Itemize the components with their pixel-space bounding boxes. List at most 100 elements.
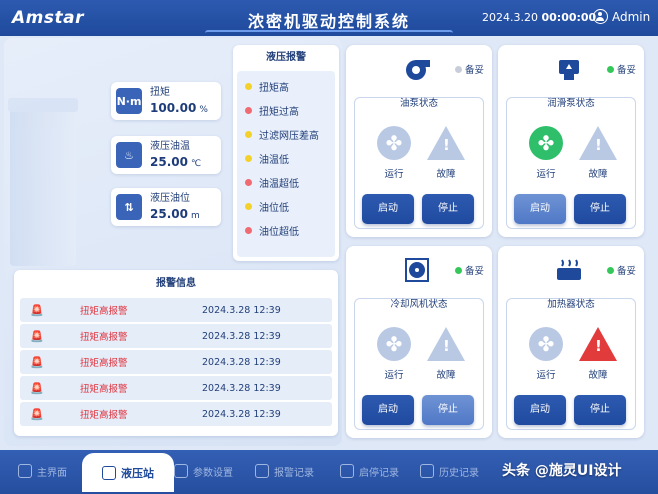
- alarm-list-body: 扭矩高 扭矩过高 过滤网压差高 油温低 油温超低 油位低 油位超低: [237, 71, 335, 257]
- status-title: 润滑泵状态: [542, 98, 600, 109]
- metric-value: 25.00: [150, 206, 188, 221]
- stop-button[interactable]: 停止: [574, 194, 626, 224]
- device-card-heater: 备妥 加热器状态 ✤ 运行! 故障 启动 停止: [498, 246, 644, 438]
- nav-tab-power-record[interactable]: 启停记录: [340, 455, 399, 487]
- metric-oil-level: ⇅ 液压油位 25.00 m: [111, 188, 221, 226]
- fan-run-icon: ✤: [377, 126, 411, 160]
- metric-torque: N·m 扭矩 100.00%: [111, 82, 221, 120]
- alarm-list-item: 油温超低: [237, 170, 335, 194]
- alarm-indicator-dot: [245, 154, 252, 162]
- alarm-info-row[interactable]: 🚨 扭矩高报警 2024.3.28 12:39: [20, 324, 332, 348]
- metric-unit: ℃: [190, 158, 202, 169]
- time-text: 00:00:00: [541, 11, 597, 24]
- alarm-item-label: 油位超低: [259, 226, 299, 238]
- metric-label: 液压油温: [150, 140, 190, 152]
- standby-indicator: 备妥: [606, 62, 636, 76]
- alarm-info-text: 扭矩高报警: [80, 332, 128, 343]
- alarm-item-label: 扭矩过高: [259, 106, 299, 118]
- alarm-item-label: 扭矩高: [259, 82, 289, 94]
- alarm-list-item: 油位低: [237, 194, 335, 218]
- stop-button[interactable]: 停止: [422, 194, 474, 224]
- standby-dot: [606, 266, 614, 274]
- run-label: 运行: [536, 169, 556, 180]
- alarm-info-row[interactable]: 🚨 扭矩高报警 2024.3.28 12:39: [20, 298, 332, 322]
- alarm-siren-icon: 🚨: [30, 407, 44, 421]
- status-frame: 冷却风机状态 ✤ 运行! 故障 启动 停止: [354, 298, 484, 430]
- standby-dot: [454, 266, 462, 274]
- nav-tab-label: 参数设置: [193, 467, 233, 479]
- alarm-item-label: 过滤网压差高: [259, 130, 319, 142]
- alarm-list-item: 过滤网压差高: [237, 122, 335, 146]
- fault-label: 故障: [588, 370, 608, 381]
- fault-warning-icon: !: [579, 126, 617, 160]
- run-status: ✤ 运行: [374, 126, 414, 180]
- oil-temp-icon: ♨: [116, 142, 142, 168]
- alarm-list-item: 油位超低: [237, 218, 335, 242]
- standby-label: 备妥: [616, 266, 636, 277]
- history-icon: [420, 464, 434, 478]
- fault-label: 故障: [588, 169, 608, 180]
- fault-warning-icon: !: [579, 327, 617, 361]
- alarm-siren-icon: 🚨: [30, 329, 44, 343]
- alarm-indicator-dot: [245, 226, 252, 234]
- start-button[interactable]: 启动: [362, 194, 414, 224]
- fault-status: ! 故障: [578, 327, 618, 381]
- run-status: ✤ 运行: [526, 126, 566, 180]
- nav-tab-label: 历史记录: [439, 467, 479, 479]
- nav-tab-history[interactable]: 历史记录: [420, 455, 479, 487]
- status-title: 加热器状态: [542, 299, 600, 310]
- standby-indicator: 备妥: [606, 263, 636, 277]
- fan-run-icon: ✤: [529, 126, 563, 160]
- fault-label: 故障: [436, 370, 456, 381]
- alarm-siren-icon: 🚨: [30, 303, 44, 317]
- alarm-info-time: 2024.3.28 12:39: [202, 330, 281, 342]
- alarm-info-time: 2024.3.28 12:39: [202, 356, 281, 368]
- alarm-indicator-dot: [245, 130, 252, 138]
- status-title: 油泵状态: [394, 98, 443, 109]
- nav-tab-settings[interactable]: 参数设置: [174, 455, 233, 487]
- hydraulic-alarm-list: 液压报警 扭矩高 扭矩过高 过滤网压差高 油温低 油温超低 油位低 油位超低: [233, 45, 339, 261]
- alarm-info-title: 报警信息: [156, 278, 196, 289]
- lube-pump-icon: [554, 57, 584, 81]
- status-frame: 加热器状态 ✤ 运行! 故障 启动 停止: [506, 298, 636, 430]
- alarm-record-icon: [255, 464, 269, 478]
- nav-tab-label: 报警记录: [274, 467, 314, 479]
- status-frame: 润滑泵状态 ✤ 运行! 故障 启动 停止: [506, 97, 636, 229]
- nav-tab-hydraulic-station[interactable]: 液压站: [82, 453, 174, 492]
- standby-label: 备妥: [464, 266, 484, 277]
- start-button[interactable]: 启动: [514, 395, 566, 425]
- start-button[interactable]: 启动: [362, 395, 414, 425]
- user-menu[interactable]: Admin: [593, 9, 650, 24]
- stop-button[interactable]: 停止: [422, 395, 474, 425]
- run-label: 运行: [384, 169, 404, 180]
- alarm-list-item: 扭矩过高: [237, 98, 335, 122]
- alarm-siren-icon: 🚨: [30, 381, 44, 395]
- alarm-info-row[interactable]: 🚨 扭矩高报警 2024.3.28 12:39: [20, 376, 332, 400]
- standby-dot: [606, 65, 614, 73]
- nav-tab-label: 启停记录: [359, 467, 399, 479]
- alarm-info-row[interactable]: 🚨 扭矩高报警 2024.3.28 12:39: [20, 402, 332, 426]
- start-button[interactable]: 启动: [514, 194, 566, 224]
- device-card-oil-pump: 备妥 油泵状态 ✤ 运行! 故障 启动 停止: [346, 45, 492, 237]
- fault-warning-icon: !: [427, 327, 465, 361]
- metric-unit: m: [190, 210, 200, 221]
- alarm-info-text: 扭矩高报警: [80, 306, 128, 317]
- stop-button[interactable]: 停止: [574, 395, 626, 425]
- metric-label: 液压油位: [150, 192, 190, 204]
- device-card-cooling-fan: 备妥 冷却风机状态 ✤ 运行! 故障 启动 停止: [346, 246, 492, 438]
- status-title: 冷却风机状态: [385, 299, 453, 310]
- alarm-info-row[interactable]: 🚨 扭矩高报警 2024.3.28 12:39: [20, 350, 332, 374]
- date-text: 2024.3.20: [482, 11, 538, 24]
- metric-oil-temp: ♨ 液压油温 25.00 ℃: [111, 136, 221, 174]
- oil-pump-icon: [402, 57, 432, 81]
- metric-unit: %: [199, 104, 208, 115]
- metric-value: 25.00: [150, 154, 188, 169]
- alarm-info-text: 扭矩高报警: [80, 384, 128, 395]
- watermark: 头条 @施灵UI设计: [502, 463, 622, 479]
- alarm-info-time: 2024.3.28 12:39: [202, 408, 281, 420]
- nav-tab-home[interactable]: 主界面: [18, 455, 67, 487]
- nav-tab-alarm-record[interactable]: 报警记录: [255, 455, 314, 487]
- oil-level-icon: ⇅: [116, 194, 142, 220]
- alarm-info-time: 2024.3.28 12:39: [202, 304, 281, 316]
- fault-status: ! 故障: [578, 126, 618, 180]
